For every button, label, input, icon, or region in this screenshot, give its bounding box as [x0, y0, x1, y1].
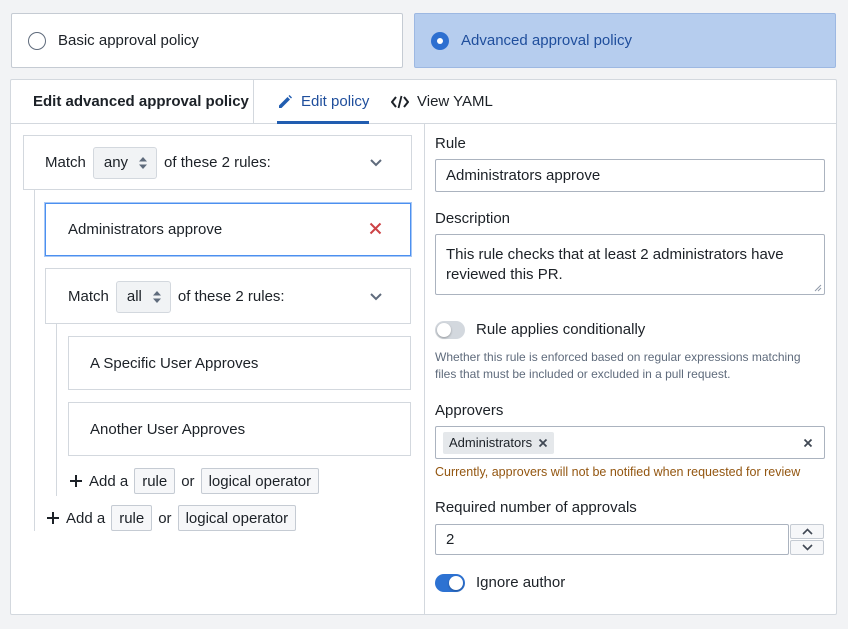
chevron-down-icon[interactable]	[369, 155, 383, 169]
root-operator-value: any	[103, 154, 129, 171]
toggle-knob	[449, 576, 463, 590]
nested-tree-line	[56, 324, 57, 496]
tab-edit-policy-label: Edit policy	[301, 93, 370, 110]
conditional-toggle[interactable]	[435, 321, 465, 339]
editor-title: Edit advanced approval policy	[33, 93, 249, 110]
basic-policy-label: Basic approval policy	[58, 32, 199, 49]
add-logical-operator-button[interactable]: logical operator	[177, 505, 297, 531]
decrement-button[interactable]	[790, 540, 824, 555]
add-prefix: Add a	[66, 509, 106, 527]
chevron-down-icon	[801, 544, 813, 551]
or-word: or	[158, 509, 172, 527]
rule-specific-user-label: A Specific User Approves	[90, 354, 259, 372]
approvers-tag-input[interactable]: Administrators	[435, 426, 825, 459]
chevron-down-icon[interactable]	[369, 289, 383, 303]
rule-name-input[interactable]: Administrators approve	[435, 159, 825, 192]
required-approvals-label: Required number of approvals	[435, 499, 637, 516]
increment-button[interactable]	[790, 524, 824, 539]
basic-policy-option[interactable]: Basic approval policy	[11, 13, 403, 68]
tab-edit-policy[interactable]: Edit policy	[277, 80, 370, 124]
rule-field-label: Rule	[435, 135, 466, 152]
rule-another-user-label: Another User Approves	[90, 420, 246, 438]
description-value: This rule checks that at least 2 adminis…	[446, 246, 784, 283]
approver-tag: Administrators	[443, 431, 555, 454]
tag-remove-icon[interactable]	[538, 438, 548, 448]
root-match-suffix: of these 2 rules:	[164, 154, 271, 171]
nested-match-word: Match	[68, 288, 109, 305]
root-match-word: Match	[45, 154, 86, 171]
basic-policy-radio[interactable]	[28, 31, 46, 50]
conditional-label: Rule applies conditionally	[476, 321, 646, 338]
tab-view-yaml[interactable]: View YAML	[391, 80, 493, 123]
approvers-field-label: Approvers	[435, 402, 504, 419]
add-rule-button[interactable]: rule	[134, 468, 176, 494]
rule-administrators-label: Administrators approve	[68, 220, 223, 238]
root-add-row: Add a rule or logical operator	[46, 505, 297, 531]
code-icon	[391, 94, 409, 110]
root-tree-line	[34, 190, 35, 531]
approver-tag-label: Administrators	[449, 435, 533, 450]
required-approvals-input[interactable]: 2	[435, 524, 789, 555]
tab-view-yaml-label: View YAML	[417, 93, 493, 110]
resize-handle-icon[interactable]	[814, 284, 822, 292]
toggle-knob	[437, 323, 451, 337]
add-prefix: Add a	[89, 472, 129, 490]
rule-name-value: Administrators approve	[446, 167, 601, 184]
advanced-policy-option[interactable]: Advanced approval policy	[414, 13, 836, 68]
add-logical-operator-button[interactable]: logical operator	[200, 468, 320, 494]
required-approvals-value: 2	[446, 531, 455, 548]
nested-operator-select[interactable]: all	[115, 280, 171, 313]
nested-match-suffix: of these 2 rules:	[177, 288, 285, 305]
column-divider	[424, 124, 425, 614]
pencil-icon	[277, 94, 293, 110]
description-field-label: Description	[435, 210, 511, 227]
nested-operator-value: all	[126, 288, 142, 305]
clear-all-icon[interactable]	[803, 438, 813, 448]
conditional-help-text: Whether this rule is enforced based on r…	[435, 350, 801, 381]
ignore-author-toggle[interactable]	[435, 574, 465, 592]
double-caret-icon	[152, 290, 162, 304]
advanced-policy-radio[interactable]	[431, 31, 449, 50]
description-textarea[interactable]: This rule checks that at least 2 adminis…	[435, 234, 825, 295]
close-icon[interactable]	[369, 222, 382, 235]
header-divider	[253, 80, 254, 124]
ignore-author-label: Ignore author	[476, 574, 566, 591]
root-operator-select[interactable]: any	[92, 146, 158, 179]
or-word: or	[181, 472, 195, 490]
active-tab-indicator	[277, 121, 370, 124]
plus-icon	[46, 511, 60, 525]
double-caret-icon	[138, 156, 148, 170]
advanced-policy-label: Advanced approval policy	[461, 32, 632, 49]
nested-add-row: Add a rule or logical operator	[69, 468, 320, 494]
plus-icon	[69, 474, 83, 488]
nested-match-row: Match all of these 2 rules:	[68, 280, 285, 313]
approvers-warning: Currently, approvers will not be notifie…	[435, 465, 801, 479]
chevron-up-icon	[801, 528, 813, 535]
add-rule-button[interactable]: rule	[111, 505, 153, 531]
editor-header: Edit advanced approval policy Edit polic…	[11, 80, 836, 124]
root-match-row: Match any of these 2 rules:	[45, 146, 271, 179]
